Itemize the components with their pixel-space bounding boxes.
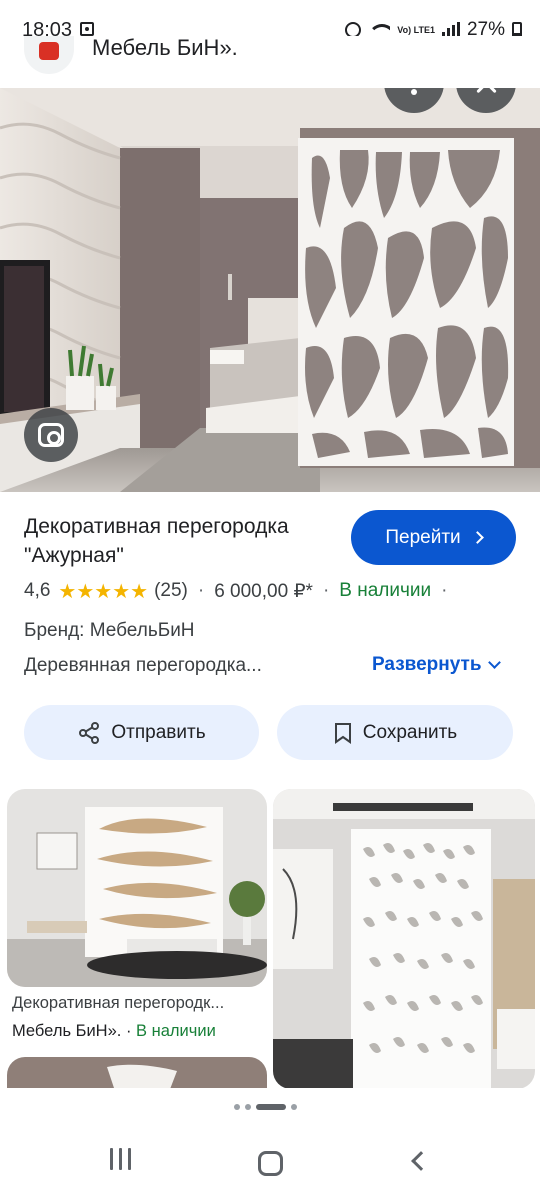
chevron-right-icon [470, 531, 484, 544]
page-indicator [234, 1104, 297, 1110]
product-title: Декоративная перегородка "Ажурная" [24, 515, 289, 567]
separator-dot: · [441, 580, 448, 601]
related-caption[interactable]: Декоративная перегородк... [12, 994, 270, 1013]
share-icon [79, 721, 100, 744]
share-label: Отправить [111, 721, 206, 743]
related-source-name: Мебель БиН». [12, 1022, 122, 1040]
more-vert-icon [411, 88, 417, 95]
back-nav-button[interactable] [411, 1151, 431, 1171]
source-title[interactable]: Мебель БиН». [92, 36, 238, 60]
separator-dot: · [322, 580, 330, 601]
goto-button[interactable]: Перейти [351, 510, 516, 565]
expand-label: Развернуть [372, 654, 482, 675]
close-icon [475, 88, 497, 94]
expand-button[interactable]: Развернуть [372, 654, 501, 676]
separator-dot: · [125, 1022, 137, 1040]
related-source: Мебель БиН». · В наличии [12, 1022, 216, 1041]
hero-image[interactable] [0, 88, 540, 492]
recents-nav-button[interactable] [108, 1148, 132, 1178]
related-image-1[interactable] [7, 789, 267, 987]
source-avatar[interactable] [24, 36, 74, 74]
price: 6 000,00 ₽* [214, 580, 313, 602]
related-image-2[interactable] [273, 789, 535, 1089]
lte-indicator: Vo) LTE1 [397, 24, 435, 35]
separator-dot: · [197, 580, 205, 601]
goto-label: Перейти [385, 526, 461, 548]
notification-icon [80, 22, 94, 36]
source-header: Мебель БиН». [0, 36, 540, 90]
share-button[interactable]: Отправить [24, 705, 259, 760]
lens-button[interactable] [24, 408, 78, 462]
product-meta: 4,6 ★★★★★ (25) · 6 000,00 ₽* · В наличии… [24, 578, 457, 604]
related-thumbnail [273, 789, 535, 1089]
description: Деревянная перегородка... [24, 655, 262, 676]
review-count: (25) [154, 580, 188, 601]
rating-value: 4,6 [24, 580, 51, 601]
availability: В наличии [339, 580, 432, 601]
brand-line: Бренд: МебельБиН [24, 620, 195, 641]
room-illustration [0, 88, 540, 492]
save-button[interactable]: Сохранить [277, 705, 513, 760]
save-label: Сохранить [362, 721, 458, 743]
chevron-down-icon [487, 656, 501, 669]
lens-icon [38, 423, 64, 447]
bottom-bar [0, 1088, 540, 1200]
related-thumbnail [7, 789, 267, 987]
home-nav-button[interactable] [258, 1151, 283, 1176]
related-availability: В наличии [136, 1022, 216, 1040]
rating-stars: ★★★★★ [58, 580, 149, 603]
bookmark-icon [334, 722, 351, 744]
